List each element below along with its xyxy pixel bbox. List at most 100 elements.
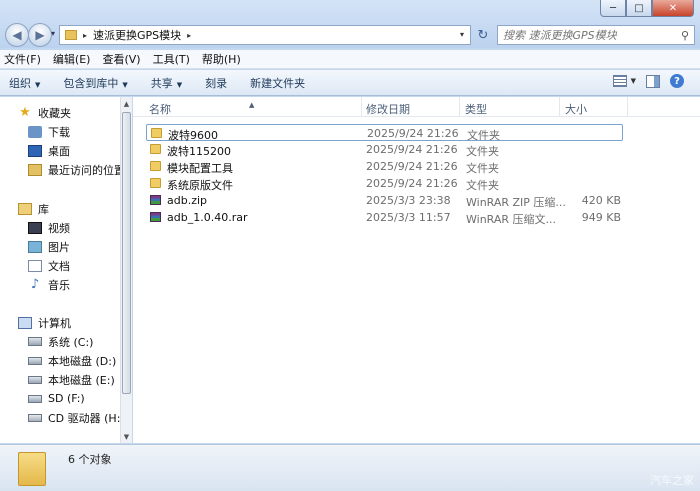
details-pane: 6 个对象 汽车之家 <box>0 444 700 491</box>
share-label: 共享 <box>150 76 173 90</box>
sidebar-item-label: 系统 (C:) <box>48 335 94 349</box>
sidebar-item-downloads[interactable]: 下载 <box>0 122 120 141</box>
file-row[interactable]: adb.zip 2025/3/3 23:38 WinRAR ZIP 压缩... … <box>146 192 623 209</box>
file-row[interactable]: adb_1.0.40.rar 2025/3/3 11:57 WinRAR 压缩文… <box>146 209 623 226</box>
file-row[interactable]: 波特9600 2025/9/24 21:26 文件夹 <box>146 124 623 142</box>
breadcrumb-current[interactable]: 速派更换GPS模块 <box>93 27 181 43</box>
libraries-header[interactable]: 库 <box>0 199 120 218</box>
close-button[interactable]: ✕ <box>652 0 694 17</box>
sidebar-item-videos[interactable]: 视频 <box>0 218 120 237</box>
menu-file[interactable]: 文件(F) <box>4 51 41 67</box>
scrollbar-thumb[interactable] <box>122 112 131 394</box>
sidebar-item-drive-h[interactable]: CD 驱动器 (H:) <box>0 408 120 427</box>
sidebar-item-label: 视频 <box>48 221 70 235</box>
address-dropdown[interactable]: ▾ <box>460 30 464 39</box>
refresh-button[interactable]: ↻ <box>474 25 492 45</box>
burn-button[interactable]: 刻录 <box>205 75 227 91</box>
organize-label: 组织 <box>9 76 31 90</box>
watermark: 汽车之家 <box>650 474 694 487</box>
maximize-button[interactable]: □ <box>626 0 652 17</box>
file-name: 系统原版文件 <box>167 179 233 192</box>
forward-button[interactable]: ▶ <box>28 23 52 47</box>
menu-tools[interactable]: 工具(T) <box>153 51 190 67</box>
computer-icon <box>18 316 32 329</box>
search-input[interactable] <box>503 28 663 42</box>
favorites-group: ★ 收藏夹 下载 桌面 最近访问的位置 <box>0 103 120 179</box>
file-row[interactable]: 系统原版文件 2025/9/24 21:26 文件夹 <box>146 175 623 192</box>
sidebar-item-drive-d[interactable]: 本地磁盘 (D:) <box>0 351 120 370</box>
sidebar-item-label: CD 驱动器 (H:) <box>48 411 120 425</box>
file-name: adb.zip <box>167 194 208 207</box>
back-button[interactable]: ◀ <box>5 23 29 47</box>
scroll-up-icon[interactable]: ▲ <box>121 97 132 110</box>
file-type: 文件夹 <box>466 179 499 192</box>
favorites-label: 收藏夹 <box>38 106 71 120</box>
folder-icon <box>150 144 161 154</box>
column-name[interactable]: 名称 <box>149 101 171 117</box>
include-in-library-button[interactable]: 包含到库中 ▼ <box>63 75 127 91</box>
sidebar-item-music[interactable]: ♪ 音乐 <box>0 275 120 294</box>
file-type: 文件夹 <box>466 162 499 175</box>
share-button[interactable]: 共享 ▼ <box>151 75 182 91</box>
file-modified: 2025/9/24 21:26 <box>367 127 459 140</box>
winrar-archive-icon <box>150 212 161 222</box>
sidebar-item-pictures[interactable]: 图片 <box>0 237 120 256</box>
computer-header[interactable]: 计算机 <box>0 313 120 332</box>
refresh-icon: ↻ <box>477 27 489 43</box>
sidebar-item-label: 下载 <box>48 125 70 139</box>
folder-icon <box>150 161 161 171</box>
title-bar: ─ □ ✕ ◀ ▶ ▾ ▸ 速派更换GPS模块 ▸ ▾ ↻ ⚲ <box>0 0 700 48</box>
sidebar-item-drive-f[interactable]: SD (F:) <box>0 389 120 408</box>
desktop-icon <box>28 144 42 157</box>
history-dropdown[interactable]: ▾ <box>51 29 55 38</box>
column-divider[interactable] <box>627 97 628 117</box>
navigation-scrollbar[interactable]: ▲ ▼ <box>120 97 132 443</box>
column-divider[interactable] <box>559 97 560 117</box>
view-options-icon[interactable] <box>612 75 627 87</box>
minimize-button[interactable]: ─ <box>600 0 626 17</box>
scroll-down-icon[interactable]: ▼ <box>121 430 132 443</box>
menu-help[interactable]: 帮助(H) <box>202 51 241 67</box>
include-in-library-label: 包含到库中 <box>63 76 119 90</box>
sidebar-item-recent[interactable]: 最近访问的位置 <box>0 160 120 179</box>
libraries-group: 库 视频 图片 文档 ♪ 音乐 <box>0 199 120 294</box>
sd-card-icon <box>28 394 42 403</box>
command-bar: 组织 ▼ 包含到库中 ▼ 共享 ▼ 刻录 新建文件夹 ▼ ? <box>0 70 700 96</box>
preview-pane-icon[interactable] <box>646 74 660 88</box>
file-row[interactable]: 模块配置工具 2025/9/24 21:26 文件夹 <box>146 158 623 175</box>
menu-edit[interactable]: 编辑(E) <box>53 51 91 67</box>
recent-places-icon <box>28 163 42 176</box>
new-folder-button[interactable]: 新建文件夹 <box>250 75 305 91</box>
column-divider[interactable] <box>361 97 362 117</box>
column-size[interactable]: 大小 <box>565 101 587 117</box>
file-list: 名称 ▲ 修改日期 类型 大小 波特9600 2025/9/24 21:26 文… <box>133 97 700 443</box>
organize-button[interactable]: 组织 ▼ <box>9 75 40 91</box>
view-dropdown[interactable]: ▼ <box>631 77 636 85</box>
navigation-pane: ★ 收藏夹 下载 桌面 最近访问的位置 库 视频 图片 文档 ♪ 音乐 计算机 系统… <box>0 97 120 443</box>
column-modified[interactable]: 修改日期 <box>366 101 410 117</box>
search-icon[interactable]: ⚲ <box>681 29 689 42</box>
address-bar[interactable]: ▸ 速派更换GPS模块 ▸ ▾ <box>59 25 471 45</box>
sidebar-item-drive-e[interactable]: 本地磁盘 (E:) <box>0 370 120 389</box>
breadcrumb-separator[interactable]: ▸ <box>83 31 87 40</box>
sidebar-item-documents[interactable]: 文档 <box>0 256 120 275</box>
file-row[interactable]: 波特115200 2025/9/24 21:26 文件夹 <box>146 141 623 158</box>
chevron-down-icon: ▼ <box>35 80 41 89</box>
help-icon[interactable]: ? <box>670 74 684 88</box>
sidebar-item-desktop[interactable]: 桌面 <box>0 141 120 160</box>
file-modified: 2025/3/3 11:57 <box>366 211 451 224</box>
sidebar-item-label: SD (F:) <box>48 392 85 405</box>
column-type[interactable]: 类型 <box>465 101 487 117</box>
sidebar-item-label: 图片 <box>48 240 70 254</box>
search-box[interactable]: ⚲ <box>497 25 695 45</box>
libraries-label: 库 <box>38 202 49 216</box>
favorites-header[interactable]: ★ 收藏夹 <box>0 103 120 122</box>
file-modified: 2025/9/24 21:26 <box>366 160 458 173</box>
breadcrumb-separator-end[interactable]: ▸ <box>187 31 191 40</box>
sidebar-item-drive-c[interactable]: 系统 (C:) <box>0 332 120 351</box>
column-divider[interactable] <box>459 97 460 117</box>
file-name: 模块配置工具 <box>167 162 233 175</box>
menu-view[interactable]: 查看(V) <box>102 51 140 67</box>
file-modified: 2025/9/24 21:26 <box>366 143 458 156</box>
window-controls: ─ □ ✕ <box>600 0 694 18</box>
